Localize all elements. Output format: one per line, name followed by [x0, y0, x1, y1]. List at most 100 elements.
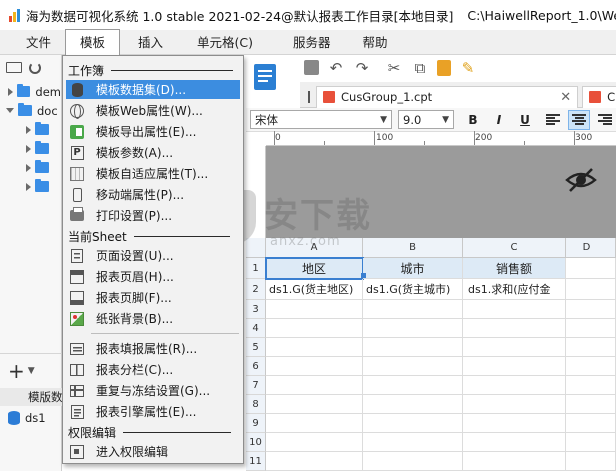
cell-B2[interactable]: ds1.G(货主城市): [363, 279, 463, 300]
grid-cell[interactable]: [463, 300, 566, 471]
cell-D1[interactable]: [566, 258, 616, 279]
tree-item-doc[interactable]: doc: [0, 101, 61, 120]
font-family-select[interactable]: 宋体 ▼: [250, 110, 392, 129]
chevron-down-icon: ▼: [27, 366, 35, 376]
align-left-button[interactable]: [542, 110, 564, 130]
section-label: 工作簿: [68, 63, 105, 78]
columns-icon: [69, 362, 85, 378]
expand-icon[interactable]: [26, 125, 31, 134]
eye-off-icon[interactable]: [564, 166, 598, 194]
bold-button[interactable]: B: [462, 110, 484, 130]
menu-item-repeat-freeze[interactable]: 重复与冻结设置(G)...: [66, 381, 240, 400]
menu-item-paper-background[interactable]: 纸张背景(B)...: [66, 309, 240, 328]
align-right-button[interactable]: [594, 110, 616, 130]
tree-subitem[interactable]: [0, 139, 61, 158]
menu-item-fill-attributes[interactable]: 报表填报属性(R)...: [66, 339, 240, 358]
tree-subitem[interactable]: [0, 120, 61, 139]
row-header[interactable]: 8: [246, 395, 266, 414]
grid-fit-icon: [69, 166, 85, 182]
cut-icon[interactable]: ✂: [385, 59, 403, 77]
column-header[interactable]: D: [566, 238, 616, 258]
cell-C1[interactable]: 销售额: [463, 258, 566, 279]
menu-file[interactable]: 文件: [0, 30, 65, 55]
font-size-select[interactable]: 9.0 ▼: [398, 110, 454, 129]
menu-item-report-footer[interactable]: 报表页脚(F)...: [66, 288, 240, 307]
cell-D2[interactable]: [566, 279, 616, 300]
save-icon[interactable]: [304, 60, 319, 75]
menu-template[interactable]: 模板: [65, 29, 121, 55]
menu-item-label: 页面设置(U)...: [96, 249, 174, 263]
row-header[interactable]: 6: [246, 357, 266, 376]
row-header[interactable]: 9: [246, 414, 266, 433]
menu-insert[interactable]: 插入: [120, 30, 177, 55]
menu-item-export-attributes[interactable]: 模板导出属性(E)...: [66, 122, 240, 141]
menu-item-template-parameters[interactable]: P 模板参数(A)...: [66, 143, 240, 162]
grid-cell[interactable]: [363, 300, 463, 471]
underline-button[interactable]: U: [514, 110, 536, 130]
row-header[interactable]: 4: [246, 319, 266, 338]
row-header[interactable]: 5: [246, 338, 266, 357]
menu-item-report-columns[interactable]: 报表分栏(C)...: [66, 360, 240, 379]
expand-icon[interactable]: [26, 144, 31, 153]
menu-section-permission: 权限编辑: [68, 423, 232, 441]
collapse-icon[interactable]: [6, 108, 14, 113]
folder-icon: [35, 179, 49, 192]
row-header[interactable]: 2: [246, 279, 266, 300]
menu-item-print-settings[interactable]: 打印设置(P)...: [66, 206, 240, 225]
tree-subitem[interactable]: [0, 177, 61, 196]
menu-item-web-attributes[interactable]: 模板Web属性(W)...: [66, 101, 240, 120]
app-logo-icon: [9, 8, 20, 22]
left-panel-toolbar: [0, 55, 61, 80]
column-header[interactable]: C: [463, 238, 566, 258]
menu-cell[interactable]: 单元格(C): [177, 30, 267, 55]
menu-help[interactable]: 帮助: [345, 30, 402, 55]
copy-icon[interactable]: ⧉: [411, 59, 429, 77]
menu-item-template-dataset[interactable]: 模板数据集(D)...: [66, 80, 240, 99]
database-icon: [69, 82, 85, 98]
header-icon: [69, 269, 85, 285]
menu-item-page-setup[interactable]: 页面设置(U)...: [66, 246, 240, 265]
grid-cell[interactable]: [566, 300, 616, 471]
menu-item-engine-attributes[interactable]: 报表引擎属性(E)...: [66, 402, 240, 421]
align-center-button[interactable]: [568, 109, 590, 130]
mobile-icon: [69, 187, 85, 203]
undo-icon[interactable]: ↶: [327, 59, 345, 77]
tree-item-demo[interactable]: dem: [0, 82, 61, 101]
tree-subitem[interactable]: [0, 158, 61, 177]
expand-icon[interactable]: [26, 163, 31, 172]
menu-item-adaptive-attributes[interactable]: 模板自适应属性(T)...: [66, 164, 240, 183]
expand-icon[interactable]: [26, 182, 31, 191]
datasource-item[interactable]: ds1: [8, 411, 46, 425]
printer-icon: [69, 207, 85, 224]
close-icon[interactable]: ✕: [560, 90, 571, 105]
refresh-icon[interactable]: [29, 61, 41, 74]
tab-menu-icon[interactable]: [308, 90, 310, 103]
expand-icon[interactable]: [8, 87, 13, 96]
menu-server[interactable]: 服务器: [267, 30, 345, 55]
ruler-mark: 200: [475, 133, 493, 143]
grid-cell[interactable]: [266, 300, 363, 471]
italic-button[interactable]: I: [488, 110, 510, 130]
cell-C2[interactable]: ds1.求和(应付金: [463, 279, 566, 300]
tab-cusgroup[interactable]: CusGroup_1.cpt ✕: [316, 85, 579, 108]
menu-item-label: 报表分栏(C)...: [96, 363, 174, 377]
template-menu: 工作簿 模板数据集(D)... 模板Web属性(W)... 模板导出属性(E).…: [62, 55, 244, 464]
page-icon: [69, 248, 85, 264]
add-datasource-button[interactable]: + ▼: [0, 359, 62, 383]
cell-A2[interactable]: ds1.G(货主地区): [266, 279, 363, 300]
tab-cusgroup-2[interactable]: CusG: [582, 85, 616, 108]
row-header[interactable]: 11: [246, 452, 266, 471]
format-brush-icon[interactable]: ✎: [459, 59, 477, 77]
paste-icon[interactable]: [437, 59, 451, 76]
row-header[interactable]: 3: [246, 300, 266, 319]
redo-icon[interactable]: ↷: [353, 59, 371, 77]
menu-item-enter-permission-edit[interactable]: 进入权限编辑: [66, 442, 240, 461]
menu-bar: 文件 模板 插入 单元格(C) 服务器 帮助: [0, 29, 616, 55]
menu-item-report-header[interactable]: 报表页眉(H)...: [66, 267, 240, 286]
menu-item-mobile-attributes[interactable]: 移动端属性(P)...: [66, 185, 240, 204]
tab-label: CusGroup_1.cpt: [341, 90, 433, 104]
row-header[interactable]: 7: [246, 376, 266, 395]
row-header[interactable]: 10: [246, 433, 266, 452]
template-dataset-icon[interactable]: [246, 62, 284, 92]
open-folder-icon[interactable]: [6, 62, 22, 73]
